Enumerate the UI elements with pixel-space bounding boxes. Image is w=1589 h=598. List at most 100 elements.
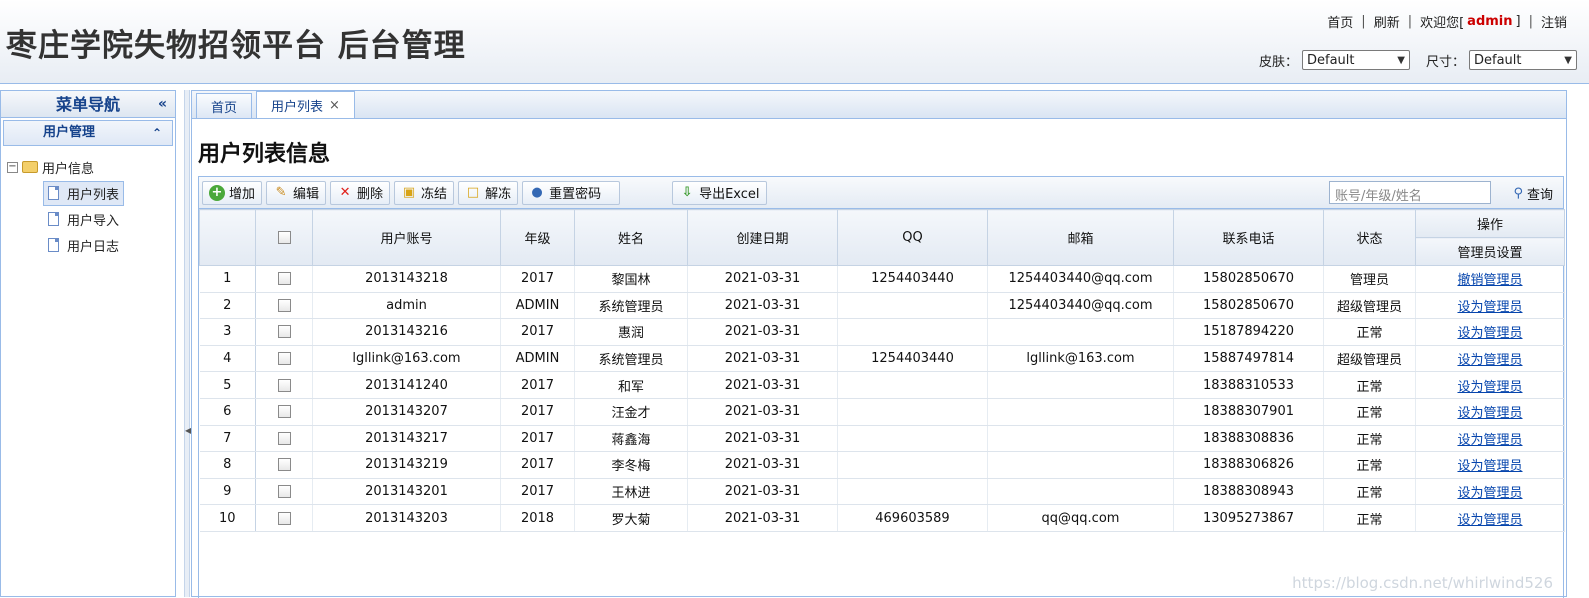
admin-toggle-link[interactable]: 设为管理员 (1457, 326, 1522, 341)
cell-email: qq@qq.com (987, 504, 1174, 532)
row-checkbox[interactable] (277, 325, 291, 339)
cell-qq (837, 451, 988, 479)
table-row[interactable]: 9 2013143201 2017 王林进 2021-03-31 18388308943 正… (199, 478, 1565, 506)
column-header[interactable]: 年级 (500, 209, 575, 266)
column-header[interactable]: 创建日期 (687, 209, 838, 266)
cell-email (987, 318, 1174, 346)
table-row[interactable]: 6 2013143207 2017 汪金才 2021-03-31 18388307901 正… (199, 398, 1565, 426)
row-checkbox[interactable] (277, 378, 291, 392)
search-input[interactable]: 账号/年级/姓名 (1329, 181, 1491, 204)
admin-toggle-link[interactable]: 设为管理员 (1457, 486, 1522, 501)
edit-button[interactable]: ✎ 编辑 (266, 180, 327, 205)
sidebar-item-user-list[interactable]: 用户列表 (43, 180, 175, 206)
row-checkbox[interactable] (277, 511, 291, 525)
cell-phone: 15187894220 (1173, 318, 1324, 346)
row-checkbox[interactable] (277, 352, 291, 366)
export-excel-button[interactable]: ⇩ 导出Excel (672, 180, 767, 205)
app-header: 枣庄学院失物招领平台 后台管理 首页 | 刷新 | 欢迎您[ admin ] |… (0, 0, 1589, 84)
tab-user-list[interactable]: 用户列表 × (256, 91, 355, 118)
row-select-cell[interactable] (255, 318, 313, 346)
cell-name: 汪金才 (574, 398, 688, 426)
table-row[interactable]: 8 2013143219 2017 李冬梅 2021-03-31 18388306826 正… (199, 451, 1565, 479)
select-all-checkbox[interactable] (277, 231, 291, 244)
column-header[interactable]: 用户账号 (312, 209, 501, 266)
admin-toggle-link[interactable]: 设为管理员 (1457, 406, 1522, 421)
delete-button[interactable]: ✕ 删除 (330, 180, 391, 205)
table-row[interactable]: 1 2013143218 2017 黎国林 2021-03-31 1254403440 12… (199, 265, 1565, 293)
row-select-cell[interactable] (255, 504, 313, 532)
column-header[interactable]: 状态 (1323, 209, 1416, 266)
table-row[interactable]: 4 lgllink@163.com ADMIN 系统管理员 2021-03-31 1254… (199, 345, 1565, 373)
home-link[interactable]: 首页 (1327, 12, 1353, 31)
row-select-cell[interactable] (255, 345, 313, 373)
cell-account: lgllink@163.com (312, 345, 501, 373)
layout-splitter[interactable]: ◀ (184, 90, 191, 597)
row-select-cell[interactable] (255, 292, 313, 320)
row-checkbox[interactable] (277, 431, 291, 445)
admin-toggle-link[interactable]: 设为管理员 (1457, 300, 1522, 315)
admin-toggle-link[interactable]: 设为管理员 (1457, 513, 1522, 528)
cell-status: 超级管理员 (1323, 292, 1416, 320)
refresh-link[interactable]: 刷新 (1374, 12, 1400, 31)
admin-toggle-link[interactable]: 设为管理员 (1457, 380, 1522, 395)
row-checkbox[interactable] (277, 485, 291, 499)
cell-grade: 2017 (500, 451, 575, 479)
tree-node-user-info[interactable]: − 用户信息 (7, 154, 175, 180)
column-header[interactable]: 联系电话 (1173, 209, 1324, 266)
row-select-cell[interactable] (255, 451, 313, 479)
sidebar-item-user-log[interactable]: 用户日志 (43, 232, 175, 258)
cell-name: 李冬梅 (574, 451, 688, 479)
row-select-cell[interactable] (255, 478, 313, 506)
table-row[interactable]: 2 admin ADMIN 系统管理员 2021-03-31 1254403440@qq.… (199, 292, 1565, 320)
table-row[interactable]: 5 2013141240 2017 和军 2021-03-31 18388310533 正常… (199, 371, 1565, 399)
add-button[interactable]: + 增加 (202, 180, 263, 205)
tree-toggle-icon[interactable]: − (7, 161, 18, 173)
cell-date: 2021-03-31 (687, 371, 838, 399)
query-button[interactable]: ⚲ 查询 (1513, 184, 1553, 203)
accordion-user-management[interactable]: 用户管理 ⌃ (3, 120, 173, 146)
cell-qq: 1254403440 (837, 265, 988, 293)
cell-date: 2021-03-31 (687, 504, 838, 532)
row-select-cell[interactable] (255, 265, 313, 293)
row-checkbox[interactable] (277, 298, 291, 312)
row-checkbox[interactable] (277, 272, 291, 286)
fold-up-icon[interactable]: ⌃ (152, 121, 162, 145)
cell-account: 2013143201 (312, 478, 501, 506)
table-row[interactable]: 3 2013143216 2017 惠润 2021-03-31 15187894220 正常… (199, 318, 1565, 346)
row-number: 7 (199, 425, 256, 453)
close-icon[interactable]: × (329, 98, 340, 113)
select-all-header[interactable] (255, 209, 313, 266)
admin-toggle-link[interactable]: 设为管理员 (1457, 433, 1522, 448)
cell-action: 设为管理员 (1415, 292, 1565, 320)
cell-status: 正常 (1323, 504, 1416, 532)
freeze-button[interactable]: ▣ 冻结 (394, 180, 455, 205)
tree-node-label: 用户信息 (42, 161, 95, 177)
cell-action: 设为管理员 (1415, 425, 1565, 453)
table-row[interactable]: 7 2013143217 2017 蒋鑫海 2021-03-31 18388308836 正… (199, 425, 1565, 453)
admin-toggle-link[interactable]: 撤销管理员 (1457, 273, 1522, 288)
document-icon (48, 238, 59, 252)
column-header[interactable]: 姓名 (574, 209, 688, 266)
row-select-cell[interactable] (255, 398, 313, 426)
reset-password-button[interactable]: ● 重置密码 (522, 180, 621, 205)
column-header[interactable]: QQ (837, 209, 988, 266)
collapse-sidebar-icon[interactable]: « (158, 91, 167, 118)
row-number: 9 (199, 478, 256, 506)
row-checkbox[interactable] (277, 458, 291, 472)
admin-toggle-link[interactable]: 设为管理员 (1457, 459, 1522, 474)
logout-link[interactable]: 注销 (1541, 12, 1567, 31)
column-header[interactable]: 邮箱 (987, 209, 1174, 266)
row-select-cell[interactable] (255, 371, 313, 399)
skin-select[interactable]: Default ▼ (1301, 50, 1410, 70)
cell-action: 设为管理员 (1415, 398, 1565, 426)
tab-home[interactable]: 首页 (196, 93, 253, 118)
document-icon (48, 212, 59, 226)
table-row[interactable]: 10 2013143203 2018 罗大菊 2021-03-31 469603589 qq… (199, 504, 1565, 532)
unfreeze-button[interactable]: □ 解冻 (458, 180, 519, 205)
size-select[interactable]: Default ▼ (1469, 50, 1577, 70)
cell-action: 设为管理员 (1415, 318, 1565, 346)
admin-toggle-link[interactable]: 设为管理员 (1457, 353, 1522, 368)
row-checkbox[interactable] (277, 405, 291, 419)
row-select-cell[interactable] (255, 425, 313, 453)
sidebar-item-user-import[interactable]: 用户导入 (43, 206, 175, 232)
